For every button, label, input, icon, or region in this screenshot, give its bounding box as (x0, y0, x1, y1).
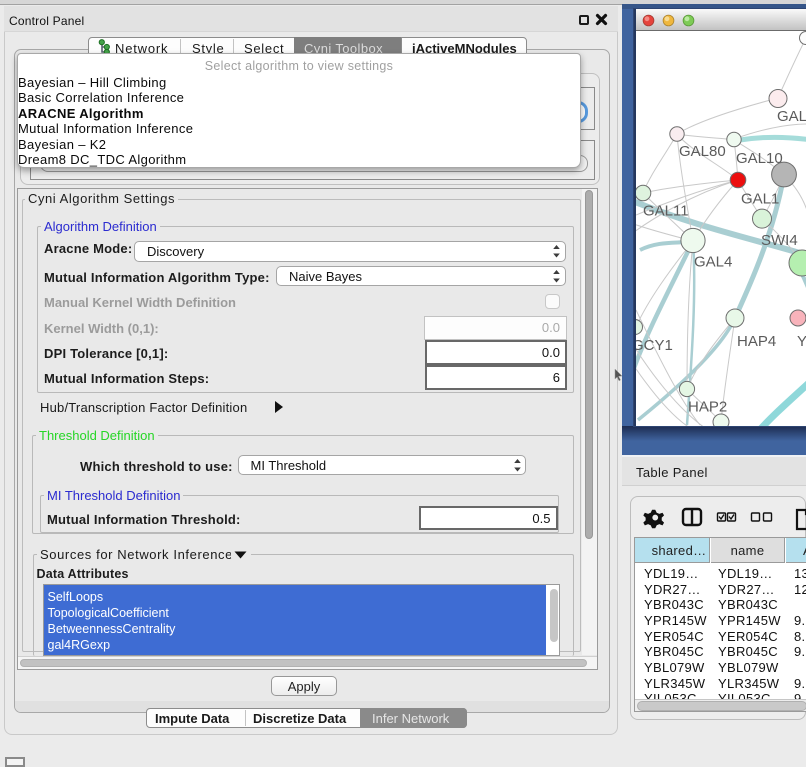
svg-text:SWI4: SWI4 (761, 232, 798, 249)
svg-text:GAL1: GAL1 (741, 191, 779, 208)
svg-text:GAL80: GAL80 (679, 143, 726, 160)
svg-text:HAP4: HAP4 (737, 333, 776, 350)
svg-text:GAL4: GAL4 (694, 254, 732, 271)
svg-text:GAL11: GAL11 (643, 203, 689, 220)
svg-text:YEL: YEL (797, 333, 806, 350)
svg-text:GCY1: GCY1 (632, 337, 673, 354)
svg-text:HAP2: HAP2 (688, 399, 727, 416)
svg-text:GAL7: GAL7 (777, 108, 806, 125)
svg-text:GAL10: GAL10 (736, 150, 783, 167)
